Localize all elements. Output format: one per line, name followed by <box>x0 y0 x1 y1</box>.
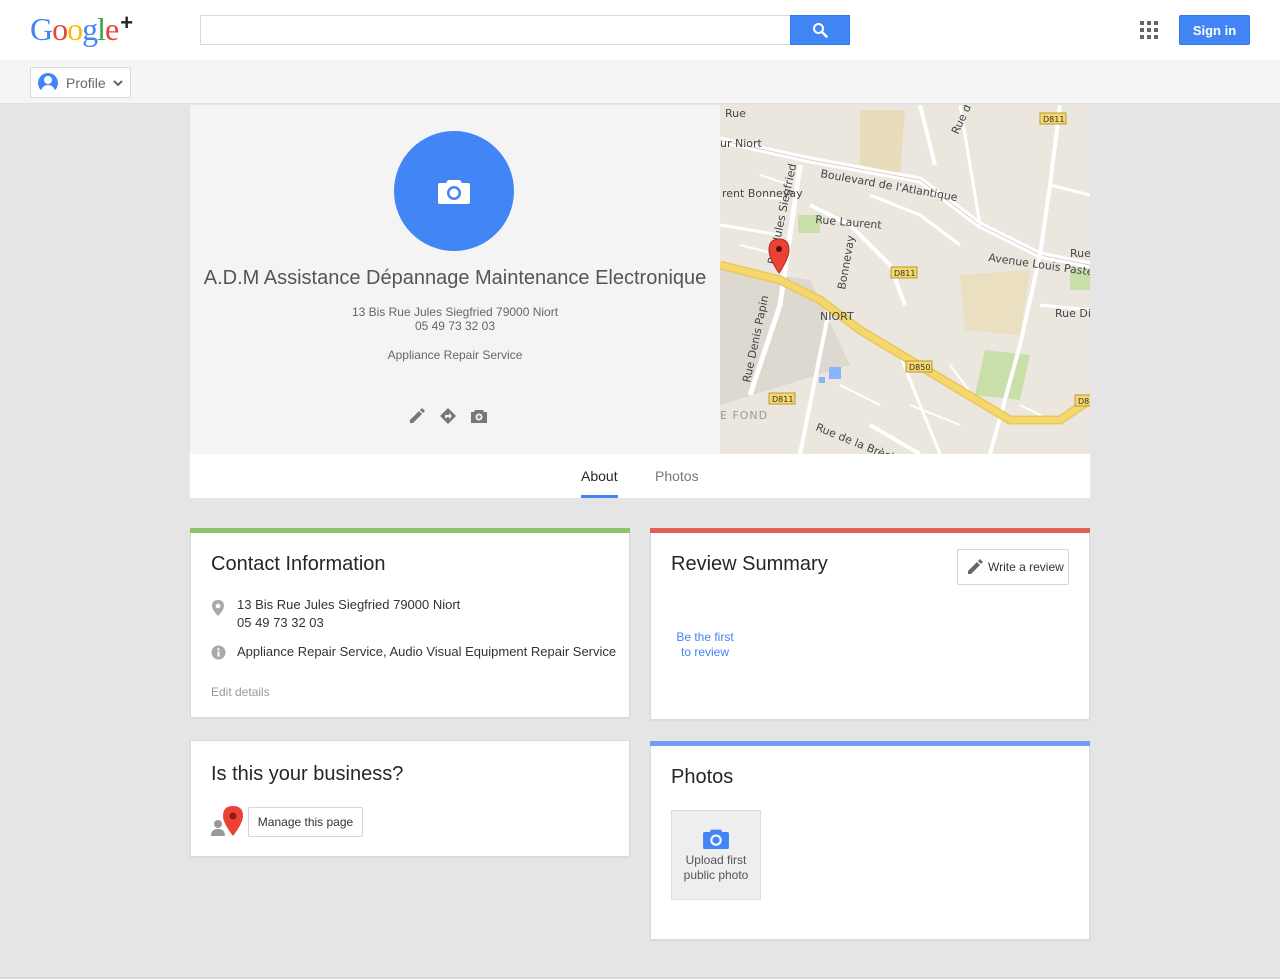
profile-dropdown[interactable]: Profile <box>30 67 131 98</box>
sub-bar: Profile <box>0 60 1280 104</box>
svg-text:ur Niort: ur Niort <box>720 137 763 150</box>
camera-icon <box>703 829 729 849</box>
claim-business-card: Is this your business? Manage this page <box>190 740 630 857</box>
contact-information-card: Contact Information 13 Bis Rue Jules Sie… <box>190 528 630 718</box>
search-icon <box>813 23 828 38</box>
claim-title: Is this your business? <box>211 763 404 785</box>
business-address-block: 13 Bis Rue Jules Siegfried 79000 Niort 0… <box>190 305 720 333</box>
profile-avatar-icon <box>38 72 58 93</box>
review-summary-card: Review Summary Write a review Be the fir… <box>650 528 1090 720</box>
svg-text:D811: D811 <box>894 269 915 278</box>
svg-text:E FOND: E FOND <box>720 409 768 422</box>
map-graphic: Boulevard de l'Atlantique Avenue Louis P… <box>720 105 1090 454</box>
photos-accent-bar <box>650 741 1090 746</box>
contact-categories: Appliance Repair Service, Audio Visual E… <box>237 644 617 659</box>
svg-text:Rue Dil: Rue Dil <box>1055 307 1090 320</box>
tab-about[interactable]: About <box>581 454 618 498</box>
business-address: 13 Bis Rue Jules Siegfried 79000 Niort <box>351 305 559 319</box>
svg-text:D811: D811 <box>772 395 793 404</box>
search-input[interactable] <box>200 15 791 45</box>
contact-address: 13 Bis Rue Jules Siegfried 79000 Niort <box>237 597 461 612</box>
profile-photo-placeholder[interactable] <box>394 131 514 251</box>
upload-line1: Upload first <box>685 853 747 867</box>
svg-text:D8: D8 <box>1078 397 1089 406</box>
svg-text:Rue: Rue <box>1070 247 1090 260</box>
directions-icon[interactable] <box>439 407 457 425</box>
manage-page-button[interactable]: Manage this page <box>248 807 363 837</box>
review-accent-bar <box>650 528 1090 533</box>
svg-text:rent Bonnevay: rent Bonnevay <box>722 187 803 200</box>
camera-icon <box>438 180 470 204</box>
be-first-line1: Be the first <box>676 630 734 644</box>
add-photo-icon[interactable] <box>470 407 488 425</box>
sign-in-button[interactable]: Sign in <box>1179 15 1250 45</box>
svg-text:D811: D811 <box>1043 115 1064 124</box>
business-header: A.D.M Assistance Dépannage Maintenance E… <box>190 105 720 454</box>
photos-card: Photos Upload first public photo <box>650 741 1090 940</box>
search-button[interactable] <box>790 15 850 45</box>
profile-tabs: About Photos <box>190 454 1090 498</box>
hero-actions <box>408 407 488 425</box>
apps-grid-icon[interactable] <box>1140 21 1158 39</box>
business-phone: 05 49 73 32 03 <box>414 319 496 333</box>
photos-title: Photos <box>671 766 734 788</box>
info-icon <box>211 645 226 665</box>
write-review-label: Write a review <box>988 560 1064 574</box>
be-first-line2: to review <box>680 645 730 659</box>
contact-accent-bar <box>190 528 630 533</box>
chevron-down-icon <box>112 79 123 86</box>
location-pin-icon <box>211 599 225 622</box>
review-title: Review Summary <box>671 553 828 575</box>
location-map[interactable]: Boulevard de l'Atlantique Avenue Louis P… <box>720 105 1090 454</box>
svg-text:NIORT: NIORT <box>820 310 854 323</box>
be-first-to-review-link[interactable]: Be the first to review <box>665 630 745 660</box>
logo-plus: + <box>120 10 133 35</box>
upload-photo-tile[interactable]: Upload first public photo <box>671 810 761 900</box>
business-category: Appliance Repair Service <box>387 348 523 362</box>
write-review-button[interactable]: Write a review <box>957 549 1069 585</box>
svg-text:D850: D850 <box>909 363 930 372</box>
profile-label: Profile <box>66 74 106 91</box>
business-name: A.D.M Assistance Dépannage Maintenance E… <box>203 267 707 289</box>
pencil-icon <box>968 559 983 574</box>
edit-details-link[interactable]: Edit details <box>211 685 270 699</box>
business-owner-icon <box>211 805 245 844</box>
svg-text:Rue: Rue <box>725 107 746 120</box>
upload-line2: public photo <box>683 868 749 882</box>
edit-pencil-icon[interactable] <box>408 407 426 425</box>
google-plus-logo[interactable]: Google+ <box>30 10 133 50</box>
contact-title: Contact Information <box>211 553 386 575</box>
tab-photos[interactable]: Photos <box>655 454 699 498</box>
top-bar: Google+ Sign in <box>0 0 1280 60</box>
contact-phone: 05 49 73 32 03 <box>237 615 324 630</box>
